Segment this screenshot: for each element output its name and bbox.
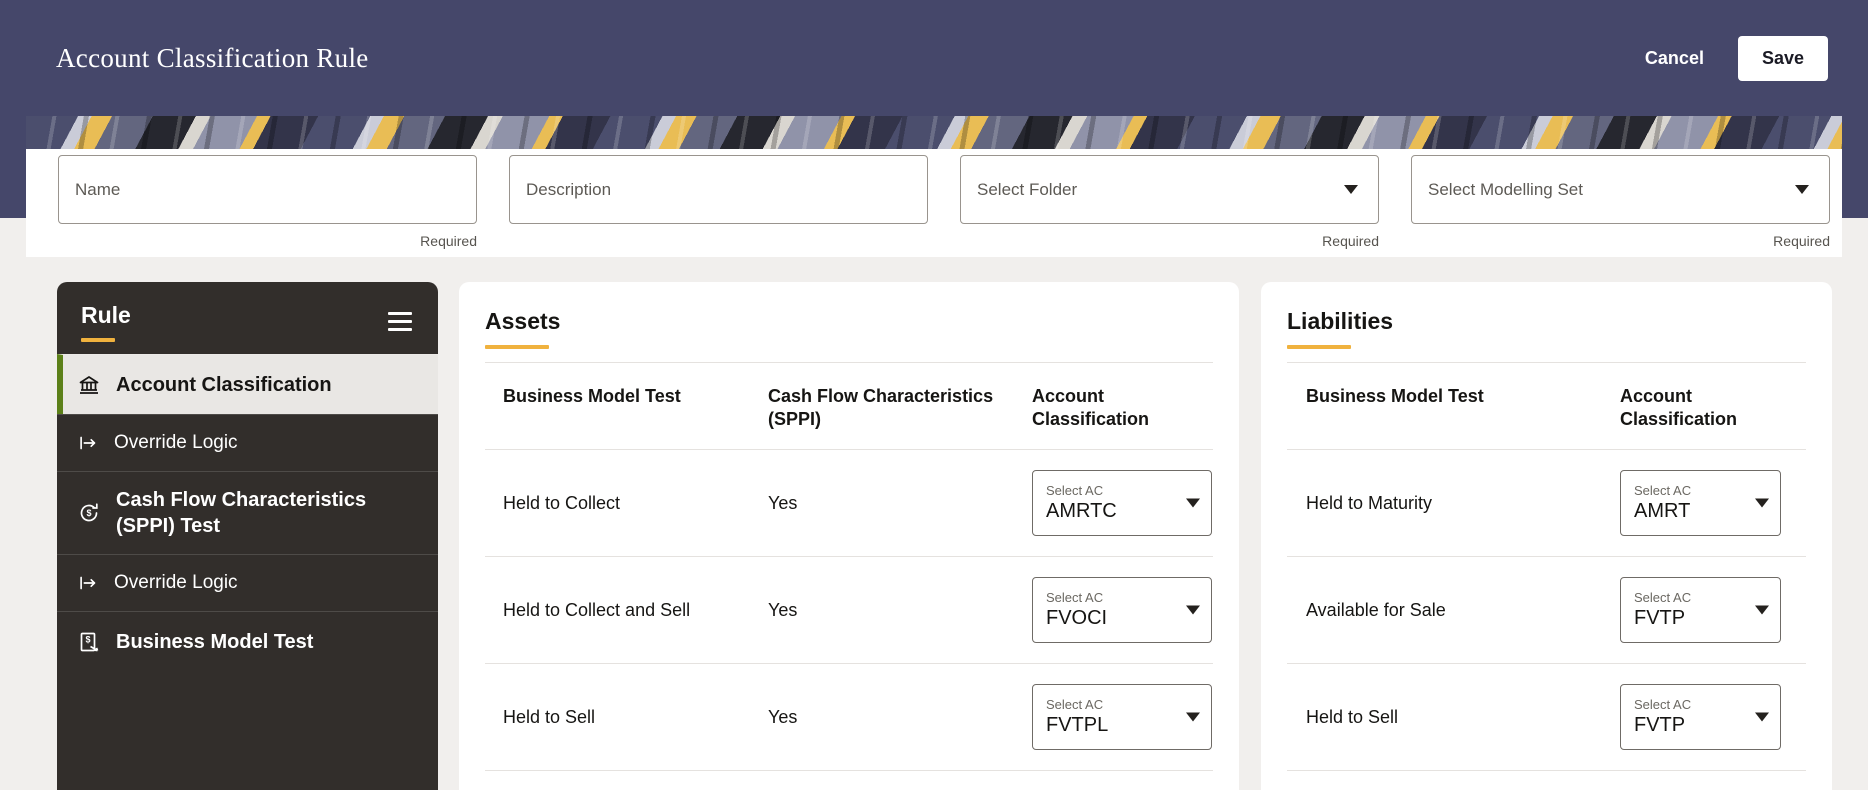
folder-required-note: Required <box>1322 233 1379 249</box>
description-input[interactable] <box>510 156 927 223</box>
chevron-down-icon <box>1186 605 1200 615</box>
sidebar-item-business-model-test[interactable]: $ Business Model Test <box>57 611 438 671</box>
map-arrow-icon <box>77 432 99 454</box>
ac-select-label: Select AC <box>1046 697 1104 713</box>
modelling-set-select[interactable]: Select Modelling Set <box>1411 155 1830 224</box>
chevron-down-icon <box>1795 185 1809 194</box>
account-classification-select[interactable]: Select AC AMRTC <box>1032 470 1212 537</box>
sidebar-title: Rule <box>81 302 131 328</box>
ac-select-value: AMRTC <box>1046 500 1117 523</box>
sidebar-item-label: Override Logic <box>114 571 238 593</box>
ac-select-label: Select AC <box>1634 483 1692 499</box>
sidebar-item-label: Business Model Test <box>116 630 314 653</box>
sidebar-item-cash-flow-characteristics[interactable]: $ Cash Flow Characteristics (SPPI) Test <box>57 471 438 554</box>
account-classification-select[interactable]: Select AC AMRT <box>1620 470 1781 537</box>
page-title: Account Classification Rule <box>56 42 369 73</box>
ac-select-label: Select AC <box>1634 590 1692 606</box>
chevron-down-icon <box>1755 498 1769 508</box>
header-row: Account Classification Rule Cancel Save <box>0 0 1868 116</box>
assets-col-account-classification: Account Classification <box>1032 363 1213 451</box>
name-required-note: Required <box>420 233 477 249</box>
document-dollar-icon: $ <box>77 630 101 654</box>
liabilities-title: Liabilities <box>1287 308 1394 334</box>
assets-title-underline <box>485 345 549 349</box>
ac-select-value: FVTPL <box>1046 714 1109 737</box>
assets-col-sppi: Cash Flow Characteristics (SPPI) <box>768 363 1032 451</box>
cycle-dollar-icon: $ <box>77 501 101 525</box>
chevron-down-icon <box>1755 712 1769 722</box>
sidebar-item-account-classification[interactable]: Account Classification <box>57 354 438 414</box>
sidebar-item-label: Cash Flow Characteristics (SPPI) Test <box>116 489 367 537</box>
ac-select-value: FVTP <box>1634 607 1686 630</box>
bank-icon <box>77 373 101 397</box>
decorative-banner <box>26 116 1842 149</box>
account-classification-select[interactable]: Select AC FVTP <box>1620 577 1781 644</box>
liabilities-row-business-model: Available for Sale <box>1287 557 1620 665</box>
chevron-down-icon <box>1186 498 1200 508</box>
assets-title: Assets <box>485 308 561 334</box>
liabilities-row-business-model: Held to Maturity <box>1287 450 1620 558</box>
liabilities-panel: Liabilities Business Model Test Account … <box>1261 282 1832 790</box>
liabilities-row-ac-cell: Select AC FVTP <box>1620 664 1806 772</box>
ac-select-label: Select AC <box>1046 483 1104 499</box>
chevron-down-icon <box>1344 185 1358 194</box>
folder-select[interactable]: Select Folder <box>960 155 1379 224</box>
ac-select-value: AMRT <box>1634 500 1691 523</box>
liabilities-row-business-model: Held to Sell <box>1287 664 1620 772</box>
ac-select-value: FVOCI <box>1046 607 1108 630</box>
rule-form: Required Select Folder Required Select M… <box>26 149 1842 257</box>
sidebar-item-override-logic-2[interactable]: Override Logic <box>57 554 438 611</box>
assets-row-business-model: Held to Collect <box>485 450 768 558</box>
modelling-set-select-label: Select Modelling Set <box>1428 179 1583 199</box>
assets-row-ac-cell: Select AC FVTPL <box>1032 664 1213 772</box>
assets-panel: Assets Business Model Test Cash Flow Cha… <box>459 282 1239 790</box>
assets-row-sppi: Yes <box>768 664 1032 772</box>
description-field <box>509 155 928 224</box>
menu-icon[interactable] <box>386 310 414 333</box>
liabilities-row-ac-cell: Select AC AMRT <box>1620 450 1806 558</box>
folder-select-label: Select Folder <box>977 179 1078 199</box>
map-arrow-icon <box>77 572 99 594</box>
chevron-down-icon <box>1186 712 1200 722</box>
sidebar-item-label: Override Logic <box>114 431 238 453</box>
assets-col-business-model: Business Model Test <box>485 363 768 451</box>
liabilities-title-underline <box>1287 345 1351 349</box>
modelling-set-field-group: Select Modelling Set Required <box>1411 155 1830 257</box>
account-classification-select[interactable]: Select AC FVTP <box>1620 684 1781 751</box>
description-field-group <box>509 155 928 257</box>
name-field <box>58 155 477 224</box>
ac-select-label: Select AC <box>1634 697 1692 713</box>
rule-sidebar: Rule Account Classification Override Log… <box>57 282 438 790</box>
assets-row-business-model: Held to Collect and Sell <box>485 557 768 665</box>
sidebar-title-block: Rule <box>81 302 131 342</box>
svg-text:$: $ <box>86 508 91 518</box>
ac-select-label: Select AC <box>1046 590 1104 606</box>
assets-row-ac-cell: Select AC FVOCI <box>1032 557 1213 665</box>
svg-text:$: $ <box>85 634 90 644</box>
account-classification-select[interactable]: Select AC FVOCI <box>1032 577 1212 644</box>
modelling-set-required-note: Required <box>1773 233 1830 249</box>
liabilities-col-business-model: Business Model Test <box>1287 363 1620 451</box>
sidebar-header: Rule <box>57 282 438 354</box>
chevron-down-icon <box>1755 605 1769 615</box>
assets-row-ac-cell: Select AC AMRTC <box>1032 450 1213 558</box>
name-field-group: Required <box>58 155 477 257</box>
account-classification-select[interactable]: Select AC FVTPL <box>1032 684 1212 751</box>
header-actions: Cancel Save <box>1641 35 1828 81</box>
folder-field-group: Select Folder Required <box>960 155 1379 257</box>
cancel-button[interactable]: Cancel <box>1641 40 1708 77</box>
liabilities-table: Business Model Test Account Classificati… <box>1287 363 1806 772</box>
save-button[interactable]: Save <box>1737 35 1828 81</box>
liabilities-row-ac-cell: Select AC FVTP <box>1620 557 1806 665</box>
liabilities-col-account-classification: Account Classification <box>1620 363 1806 451</box>
assets-row-business-model: Held to Sell <box>485 664 768 772</box>
assets-row-sppi: Yes <box>768 450 1032 558</box>
sidebar-item-label: Account Classification <box>116 373 332 396</box>
ac-select-value: FVTP <box>1634 714 1686 737</box>
sidebar-item-override-logic-1[interactable]: Override Logic <box>57 414 438 471</box>
assets-row-sppi: Yes <box>768 557 1032 665</box>
sidebar-title-underline <box>81 338 115 342</box>
name-input[interactable] <box>59 156 476 223</box>
assets-table: Business Model Test Cash Flow Characteri… <box>485 363 1213 772</box>
